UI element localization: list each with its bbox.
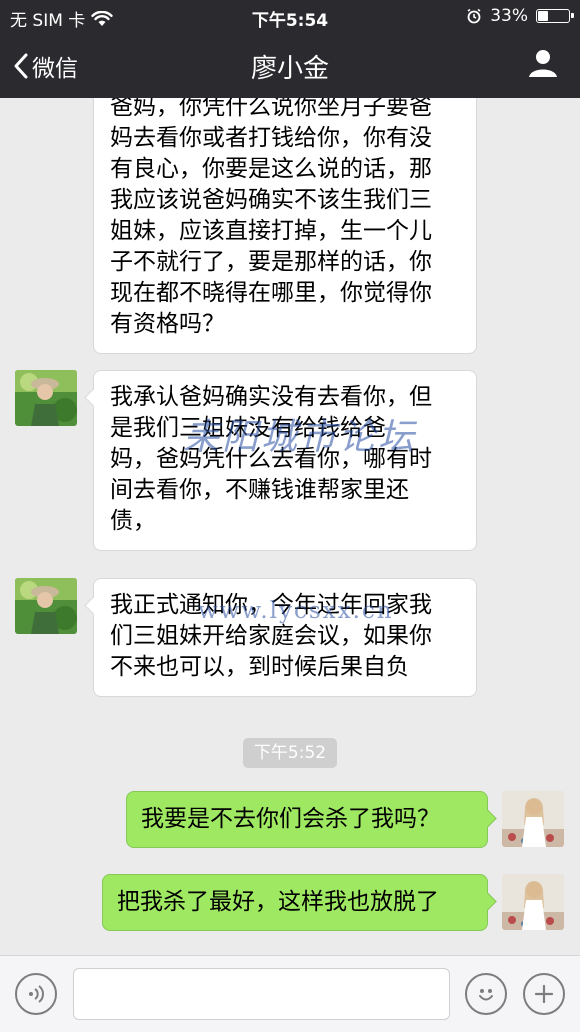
message-text: 把我杀了最好，这样我也放脱了 xyxy=(117,889,439,915)
message-bubble-received[interactable]: 爸妈，你凭什么说你坐月子要爸 妈去看你或者打钱给你，你有没 有良心，你要是这么说… xyxy=(93,98,477,354)
chat-title: 廖小金 xyxy=(250,54,329,84)
battery-icon xyxy=(536,9,574,23)
message-bubble-sent[interactable]: 我要是不去你们会杀了我吗？ xyxy=(126,791,497,848)
message-list[interactable]: 爸妈，你凭什么说你坐月子要爸 妈去看你或者打钱给你，你有没 有良心，你要是这么说… xyxy=(0,98,580,955)
message-bubble-received[interactable]: 我承认爸妈确实没有去看你，但 是我们三姐妹没有给钱给爸 妈，爸妈凭什么去看你，哪… xyxy=(84,370,477,551)
contact-avatar[interactable] xyxy=(15,370,77,426)
message-text: 我正式通知你，今年过年回家我 们三姐妹开给家庭会议，如果你 不来也可以，到时候后… xyxy=(110,592,432,680)
nav-bar: 微信 廖小金 xyxy=(0,32,580,98)
battery-percent: 33% xyxy=(490,6,528,26)
contact-avatar[interactable] xyxy=(15,578,77,634)
status-bar: 无 SIM 卡 下午5:54 33% xyxy=(0,0,580,32)
message-text: 爸妈，你凭什么说你坐月子要爸 妈去看你或者打钱给你，你有没 有良心，你要是这么说… xyxy=(110,98,432,337)
emoji-icon xyxy=(479,989,493,1001)
voice-toggle-button[interactable] xyxy=(15,973,57,1015)
person-icon xyxy=(529,50,557,77)
message-text: 我承认爸妈确实没有去看你，但 是我们三姐妹没有给钱给爸 妈，爸妈凭什么去看你，哪… xyxy=(110,384,432,534)
timestamp-divider: 下午5:52 xyxy=(243,738,337,768)
plus-icon xyxy=(534,984,554,1004)
alarm-icon xyxy=(467,8,481,24)
my-avatar[interactable] xyxy=(502,874,564,930)
emoji-button[interactable] xyxy=(465,973,507,1015)
message-input[interactable] xyxy=(73,968,450,1020)
message-bubble-sent[interactable]: 把我杀了最好，这样我也放脱了 xyxy=(102,874,497,931)
contact-profile-button[interactable] xyxy=(528,48,558,82)
my-avatar[interactable] xyxy=(502,791,564,847)
input-bar xyxy=(0,955,580,1032)
more-button[interactable] xyxy=(523,973,565,1015)
voice-icon xyxy=(29,985,44,1003)
message-bubble-received[interactable]: 我正式通知你，今年过年回家我 们三姐妹开给家庭会议，如果你 不来也可以，到时候后… xyxy=(84,578,477,697)
message-text: 我要是不去你们会杀了我吗？ xyxy=(141,806,440,832)
